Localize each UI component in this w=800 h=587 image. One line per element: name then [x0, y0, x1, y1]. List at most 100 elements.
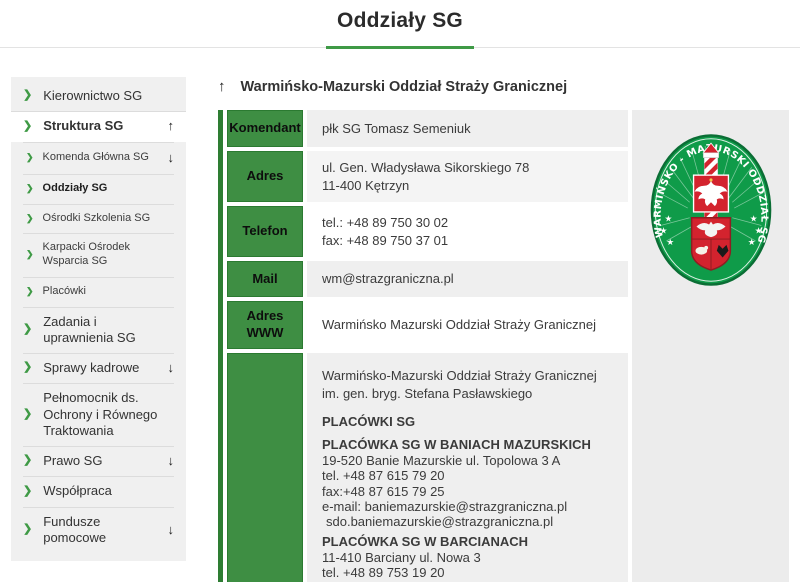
sidebar-item-sprawy-kadrowe[interactable]: ❯ Sprawy kadrowe ↓ — [11, 353, 186, 383]
unit-full-name: Warmińsko-Mazurski Oddział Straży Granic… — [322, 367, 613, 402]
placowka-line: sdo.baniemazurskie@strazgraniczna.pl — [322, 514, 613, 529]
sidebar-item-kierownictwo-sg[interactable]: ❯ Kierownictwo SG — [11, 81, 186, 111]
sidebar-item-label: Prawo SG — [43, 453, 102, 469]
placowka-barciany: PLACÓWKA SG W BARCIANACH 11-410 Barciany… — [322, 530, 613, 582]
sidebar-item-label: Komenda Główna SG — [43, 151, 149, 165]
collapse-arrow-icon: ↑ — [162, 118, 175, 134]
row-value: płk SG Tomasz Semeniuk — [307, 110, 628, 147]
svg-text:★: ★ — [666, 238, 674, 248]
main-layout: ❯ Kierownictwo SG ❯ Struktura SG ↑ ❯ Kom… — [0, 77, 800, 582]
chevron-right-icon: ❯ — [23, 485, 32, 499]
header-divider-accent — [326, 46, 474, 49]
placowka-line: tel. +48 87 615 79 20 — [322, 468, 613, 483]
table-row-komendant: Komendant płk SG Tomasz Semeniuk — [227, 110, 628, 147]
unit-emblem: WARMIŃSKO - MAZURSKI ODDZIAŁ SG ★ ★ ★ ★ … — [649, 132, 773, 288]
emblem-panel: WARMIŃSKO - MAZURSKI ODDZIAŁ SG ★ ★ ★ ★ … — [632, 110, 789, 582]
placowka-line: 19-520 Banie Mazurskie ul. Topolowa 3 A — [322, 453, 613, 468]
sidebar-item-placowki[interactable]: ❯ Placówki — [11, 277, 186, 307]
chevron-right-icon: ❯ — [26, 152, 34, 163]
content-columns: Komendant płk SG Tomasz Semeniuk Adres u… — [218, 110, 800, 582]
expand-arrow-icon: ↓ — [162, 150, 175, 166]
svg-text:★: ★ — [664, 215, 672, 225]
sidebar-item-fundusze-pomocowe[interactable]: ❯ Fundusze pomocowe ↓ — [11, 507, 186, 554]
sidebar-item-pelnomocnik[interactable]: ❯ Pełnomocnik ds. Ochrony i Równego Trak… — [11, 383, 186, 446]
content-area: ↑ Warmińsko-Mazurski Oddział Straży Gran… — [218, 77, 800, 582]
chevron-right-icon: ❯ — [23, 454, 32, 468]
table-row-telefon: Telefon tel.: +48 89 750 30 02 fax: +48 … — [227, 206, 628, 257]
row-value: Warmińsko Mazurski Oddział Straży Granic… — [307, 301, 628, 349]
sidebar-item-komenda-glowna-sg[interactable]: ❯ Komenda Główna SG ↓ — [11, 142, 186, 174]
website-link[interactable]: Warmińsko Mazurski Oddział Straży Granic… — [322, 316, 613, 334]
page-title: Oddziały SG — [0, 9, 800, 33]
row-label-empty — [227, 353, 303, 582]
svg-text:★: ★ — [749, 215, 757, 225]
row-value: ul. Gen. Władysława Sikorskiego 78 11-40… — [307, 151, 628, 202]
row-value: wm@strazgraniczna.pl — [307, 261, 628, 297]
svg-text:★: ★ — [747, 238, 755, 248]
value-line: płk SG Tomasz Semeniuk — [322, 120, 613, 138]
expand-arrow-icon: ↓ — [162, 522, 175, 538]
expand-arrow-icon: ↓ — [162, 453, 175, 469]
sidebar-item-osrodki-szkolenia-sg[interactable]: ❯ Ośrodki Szkolenia SG — [11, 204, 186, 234]
chevron-right-icon: ❯ — [23, 120, 32, 134]
sidebar-item-oddzialy-sg[interactable]: ❯ Oddziały SG — [11, 174, 186, 204]
emblem-shield — [691, 218, 730, 270]
sidebar-item-karpacki-osrodek-wsparcia-sg[interactable]: ❯ Karpacki Ośrodek Wsparcia SG — [11, 233, 186, 277]
sidebar-item-struktura-sg[interactable]: ❯ Struktura SG ↑ — [11, 111, 186, 141]
placowka-line: fax. +48 89 753 19 25 — [322, 581, 613, 582]
chevron-right-icon: ❯ — [26, 183, 34, 194]
sidebar-item-prawo-sg[interactable]: ❯ Prawo SG ↓ — [11, 446, 186, 476]
placowka-line: 11-410 Barciany ul. Nowa 3 — [322, 550, 613, 565]
sidebar-item-zadania-i-uprawnienia-sg[interactable]: ❯ Zadania i uprawnienia SG — [11, 307, 186, 354]
sidebar-item-label: Struktura SG — [43, 118, 123, 134]
expand-arrow-icon: ↓ — [162, 360, 175, 376]
content-heading: ↑ Warmińsko-Mazurski Oddział Straży Gran… — [218, 78, 800, 95]
table-row-adres-www: Adres WWW Warmińsko Mazurski Oddział Str… — [227, 301, 628, 349]
sidebar-item-label: Ośrodki Szkolenia SG — [43, 212, 151, 226]
row-label: Adres — [227, 151, 303, 202]
row-label: Mail — [227, 261, 303, 297]
sidebar-item-label: Fundusze pomocowe — [43, 514, 161, 547]
sidebar-item-label: Pełnomocnik ds. Ochrony i Równego Trakto… — [43, 390, 168, 439]
row-value-details: Warmińsko-Mazurski Oddział Straży Granic… — [307, 353, 628, 582]
chevron-right-icon: ❯ — [23, 89, 32, 103]
placowka-name: PLACÓWKA SG W BARCIANACH — [322, 534, 613, 550]
chevron-right-icon: ❯ — [23, 523, 32, 537]
header-divider — [0, 46, 800, 49]
sidebar-item-label: Sprawy kadrowe — [43, 360, 139, 376]
svg-text:★: ★ — [659, 226, 667, 236]
unit-title: Warmińsko-Mazurski Oddział Straży Granic… — [241, 79, 568, 95]
value-line: tel.: +48 89 750 30 02 — [322, 214, 613, 232]
placowki-section-title: PLACÓWKI SG — [322, 413, 613, 431]
value-line: fax: +48 89 750 37 01 — [322, 232, 613, 250]
placowka-name: PLACÓWKA SG W BANIACH MAZURSKICH — [322, 437, 613, 453]
sidebar-item-label: Karpacki Ośrodek Wsparcia SG — [43, 241, 168, 269]
row-label: Komendant — [227, 110, 303, 147]
row-value: tel.: +48 89 750 30 02 fax: +48 89 750 3… — [307, 206, 628, 257]
chevron-right-icon: ❯ — [26, 213, 34, 224]
page-header: Oddziały SG — [0, 0, 800, 49]
chevron-right-icon: ❯ — [23, 361, 32, 375]
email-link[interactable]: wm@strazgraniczna.pl — [322, 270, 613, 288]
chevron-right-icon: ❯ — [26, 286, 34, 297]
sidebar-item-label: Oddziały SG — [43, 182, 108, 196]
chevron-right-icon: ❯ — [26, 249, 34, 260]
placowka-line: tel. +48 89 753 19 20 — [322, 565, 613, 580]
value-line: ul. Gen. Władysława Sikorskiego 78 — [322, 159, 613, 177]
emblem-eagle-plaque — [693, 175, 728, 212]
sidebar-item-label: Współpraca — [43, 483, 112, 499]
sidebar-item-label: Zadania i uprawnienia SG — [43, 314, 168, 347]
sidebar-nav: ❯ Kierownictwo SG ❯ Struktura SG ↑ ❯ Kom… — [11, 77, 186, 561]
table-row-adres: Adres ul. Gen. Władysława Sikorskiego 78… — [227, 151, 628, 202]
row-label: Telefon — [227, 206, 303, 257]
row-label: Adres WWW — [227, 301, 303, 349]
sidebar-item-label: Placówki — [43, 285, 86, 299]
sidebar-item-label: Kierownictwo SG — [43, 88, 142, 104]
scroll-top-arrow-icon[interactable]: ↑ — [218, 78, 226, 95]
chevron-right-icon: ❯ — [23, 323, 32, 337]
sidebar-item-wspolpraca[interactable]: ❯ Współpraca — [11, 476, 186, 506]
placowka-line: e-mail: baniemazurskie@strazgraniczna.pl — [322, 499, 613, 514]
placowka-banie-mazurskie: PLACÓWKA SG W BANIACH MAZURSKICH 19-520 … — [322, 433, 613, 530]
placowka-line: fax:+48 87 615 79 25 — [322, 484, 613, 499]
value-line: 11-400 Kętrzyn — [322, 177, 613, 195]
